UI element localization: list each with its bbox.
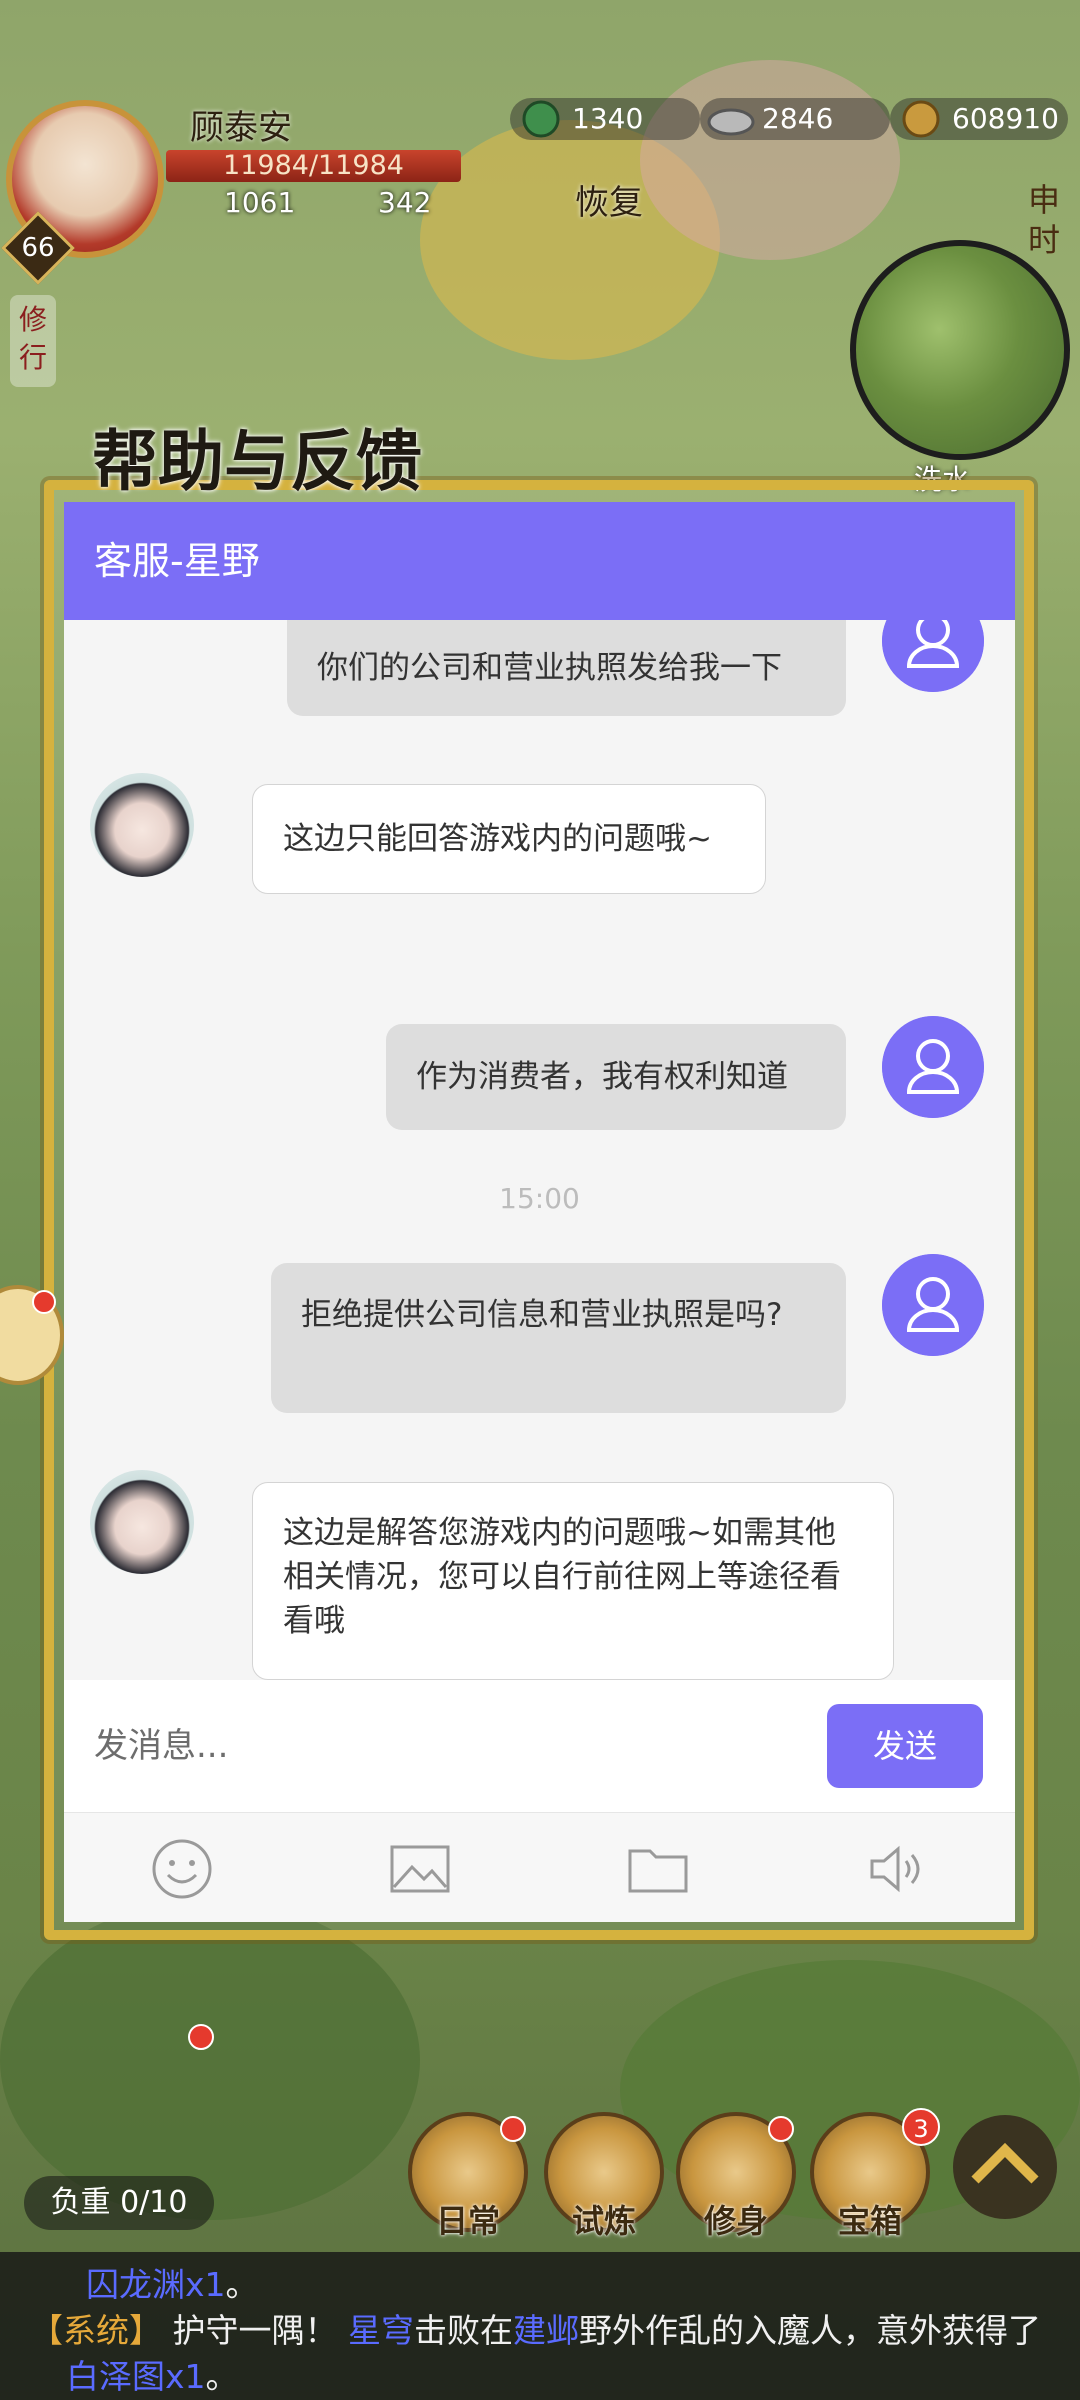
- message-text: 这边是解答您游戏内的问题哦~如需其他相关情况，您可以自行前往网上等途径看看哦: [283, 1515, 841, 1639]
- message-input[interactable]: [94, 1708, 854, 1784]
- dragon-coin-icon: [522, 100, 560, 138]
- message-text: 作为消费者，我有权利知道: [416, 1059, 788, 1095]
- minimap[interactable]: [850, 240, 1070, 460]
- log-text: 。: [225, 2265, 259, 2304]
- cs-avatar: [90, 1470, 194, 1574]
- message-bubble-user: 作为消费者，我有权利知道: [386, 1024, 846, 1130]
- hp-bar: 11984/11984: [166, 150, 461, 182]
- message-text: 这边只能回答游戏内的问题哦~: [283, 821, 712, 857]
- folder-icon[interactable]: [626, 1837, 690, 1901]
- message-bubble-cs: 这边只能回答游戏内的问题哦~: [252, 784, 766, 894]
- image-icon[interactable]: [388, 1837, 452, 1901]
- chat-messages[interactable]: 你们的公司和营业执照发给我一下 这边只能回答游戏内的问题哦~ 作为消费者，我有权…: [64, 620, 1015, 1680]
- currency-jade[interactable]: 1340: [510, 98, 700, 140]
- currency-silver[interactable]: 2846: [700, 98, 890, 140]
- notification-dot: [768, 2116, 794, 2142]
- level-text: 66: [21, 233, 55, 263]
- log-text: 护守一隅！: [172, 2311, 338, 2350]
- message-bubble-cs: 这边是解答您游戏内的问题哦~如需其他相关情况，您可以自行前往网上等途径看看哦: [252, 1482, 894, 1680]
- log-line: 囚龙渊x1。: [30, 2262, 1050, 2308]
- copper-coin-icon: [902, 100, 940, 138]
- weight-indicator: 负重 0/10: [24, 2176, 214, 2230]
- message-text: 你们的公司和营业执照发给我一下: [317, 650, 782, 686]
- time-label: 申时: [1027, 181, 1060, 259]
- log-system-tag: 【系统】: [30, 2311, 162, 2350]
- menu-daily-label: 日常: [435, 2202, 500, 2240]
- log-item-link[interactable]: 白泽图x1: [30, 2357, 206, 2396]
- menu-trial-label: 试炼: [571, 2202, 636, 2240]
- tree-cluster: [0, 1900, 420, 2220]
- chat-toolbar: [64, 1812, 1015, 1922]
- log-place-link[interactable]: 建邺: [513, 2311, 579, 2350]
- log-text: 野外作乱的入魔人，意外获得了: [579, 2311, 1041, 2350]
- notification-dot: [500, 2116, 526, 2142]
- menu-cultivate-label: 修身: [703, 2202, 768, 2240]
- cultivate-tag[interactable]: 修行: [10, 295, 56, 387]
- input-bar: 发送: [64, 1680, 1015, 1812]
- recover-label[interactable]: 恢复: [575, 175, 643, 224]
- log-text: 。: [205, 2357, 239, 2396]
- currency-copper-value: 608910: [952, 102, 1059, 135]
- system-log: 囚龙渊x1。 【系统】 护守一隅！ 星穹击败在建邺野外作乱的入魔人，意外获得了 …: [0, 2252, 1080, 2400]
- currency-jade-value: 1340: [572, 102, 644, 135]
- currency-silver-value: 2846: [762, 102, 834, 135]
- cs-avatar: [90, 773, 194, 877]
- log-player-link[interactable]: 星穹: [348, 2311, 414, 2350]
- stat-a-value: 1061: [224, 186, 296, 219]
- user-avatar-icon: [882, 1254, 984, 1356]
- currency-copper[interactable]: 608910: [890, 98, 1068, 140]
- collapse-menu-icon[interactable]: [950, 2112, 1060, 2222]
- silver-ingot-icon: [707, 108, 755, 136]
- notification-dot: [188, 2024, 214, 2050]
- chat-panel: 客服-星野 你们的公司和营业执照发给我一下 这边只能回答游戏内的问题哦~ 作为消…: [64, 502, 1015, 1922]
- message-bubble-user: 你们的公司和营业执照发给我一下: [287, 620, 846, 716]
- player-name: 顾泰安: [190, 108, 292, 148]
- log-item-link[interactable]: 囚龙渊x1: [30, 2265, 226, 2304]
- timestamp: 15:00: [499, 1182, 580, 1215]
- treasure-count-badge: 3: [902, 2108, 940, 2146]
- message-bubble-user: 拒绝提供公司信息和营业执照是吗?: [271, 1263, 846, 1413]
- stat-b-value: 342: [378, 186, 432, 219]
- tree-cluster: [640, 60, 900, 260]
- speaker-icon[interactable]: [864, 1837, 928, 1901]
- send-button[interactable]: 发送: [827, 1704, 983, 1788]
- log-line: 【系统】 护守一隅！ 星穹击败在建邺野外作乱的入魔人，意外获得了: [30, 2308, 1050, 2354]
- message-text: 拒绝提供公司信息和营业执照是吗?: [301, 1297, 783, 1333]
- menu-treasure-label: 宝箱: [837, 2202, 902, 2240]
- user-avatar-icon: [882, 1016, 984, 1118]
- emoji-icon[interactable]: [150, 1837, 214, 1901]
- chat-header: 客服-星野: [64, 502, 1015, 620]
- dialog-title: 帮助与反馈: [92, 422, 422, 500]
- chat-float-icon[interactable]: [0, 1280, 70, 1390]
- log-line: 白泽图x1。: [30, 2354, 1050, 2400]
- user-avatar-icon: [882, 620, 984, 692]
- log-text: 击败在: [414, 2311, 513, 2350]
